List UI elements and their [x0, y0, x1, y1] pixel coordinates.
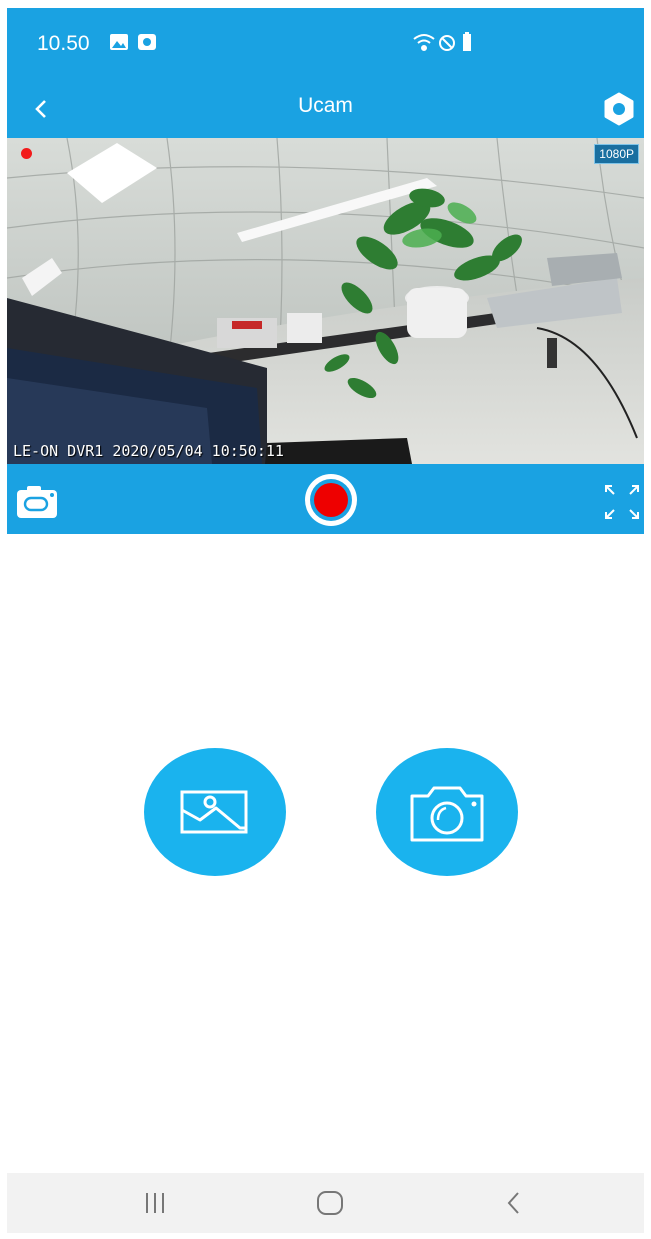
page-title: Ucam [298, 94, 353, 117]
do-not-disturb-icon [439, 35, 455, 51]
camera-icon [17, 486, 57, 518]
resolution-badge: 1080P [594, 144, 639, 164]
back-icon [507, 1192, 519, 1214]
home-icon [317, 1191, 343, 1215]
record-button[interactable] [303, 472, 359, 528]
camera-feed-image [7, 138, 644, 464]
status-indicators [413, 32, 471, 51]
camera-live-view[interactable]: 1080P LE-ON DVR1 2020/05/04 10:50:11 [7, 138, 644, 464]
snapshot-button[interactable] [15, 484, 61, 520]
fullscreen-button[interactable] [602, 482, 642, 522]
phone-screen: 10.50 Ucam 1080P LE-ON DVR1 2020/05/04 1… [7, 8, 644, 1233]
status-bar: 10.50 [7, 8, 644, 80]
battery-icon [463, 32, 471, 51]
fullscreen-icon [605, 485, 639, 519]
media-notification-icon [138, 34, 156, 50]
camera-capture-button[interactable] [376, 748, 518, 876]
home-button[interactable] [300, 1183, 360, 1223]
settings-button[interactable] [600, 90, 638, 128]
recent-apps-button[interactable] [125, 1183, 185, 1223]
record-icon [305, 474, 357, 526]
wifi-icon [413, 34, 435, 51]
nav-back-button[interactable] [484, 1183, 544, 1223]
image-icon [180, 790, 248, 834]
gallery-button[interactable] [144, 748, 286, 876]
recent-apps-icon [146, 1193, 164, 1213]
system-navigation-bar [7, 1173, 644, 1233]
status-time: 10.50 [37, 32, 90, 55]
app-bar: Ucam [7, 80, 644, 138]
recording-indicator [21, 148, 32, 159]
video-timestamp-overlay: LE-ON DVR1 2020/05/04 10:50:11 [13, 442, 284, 460]
camera-icon [410, 786, 484, 842]
control-bar [7, 464, 644, 534]
gallery-notification-icon [110, 34, 128, 50]
